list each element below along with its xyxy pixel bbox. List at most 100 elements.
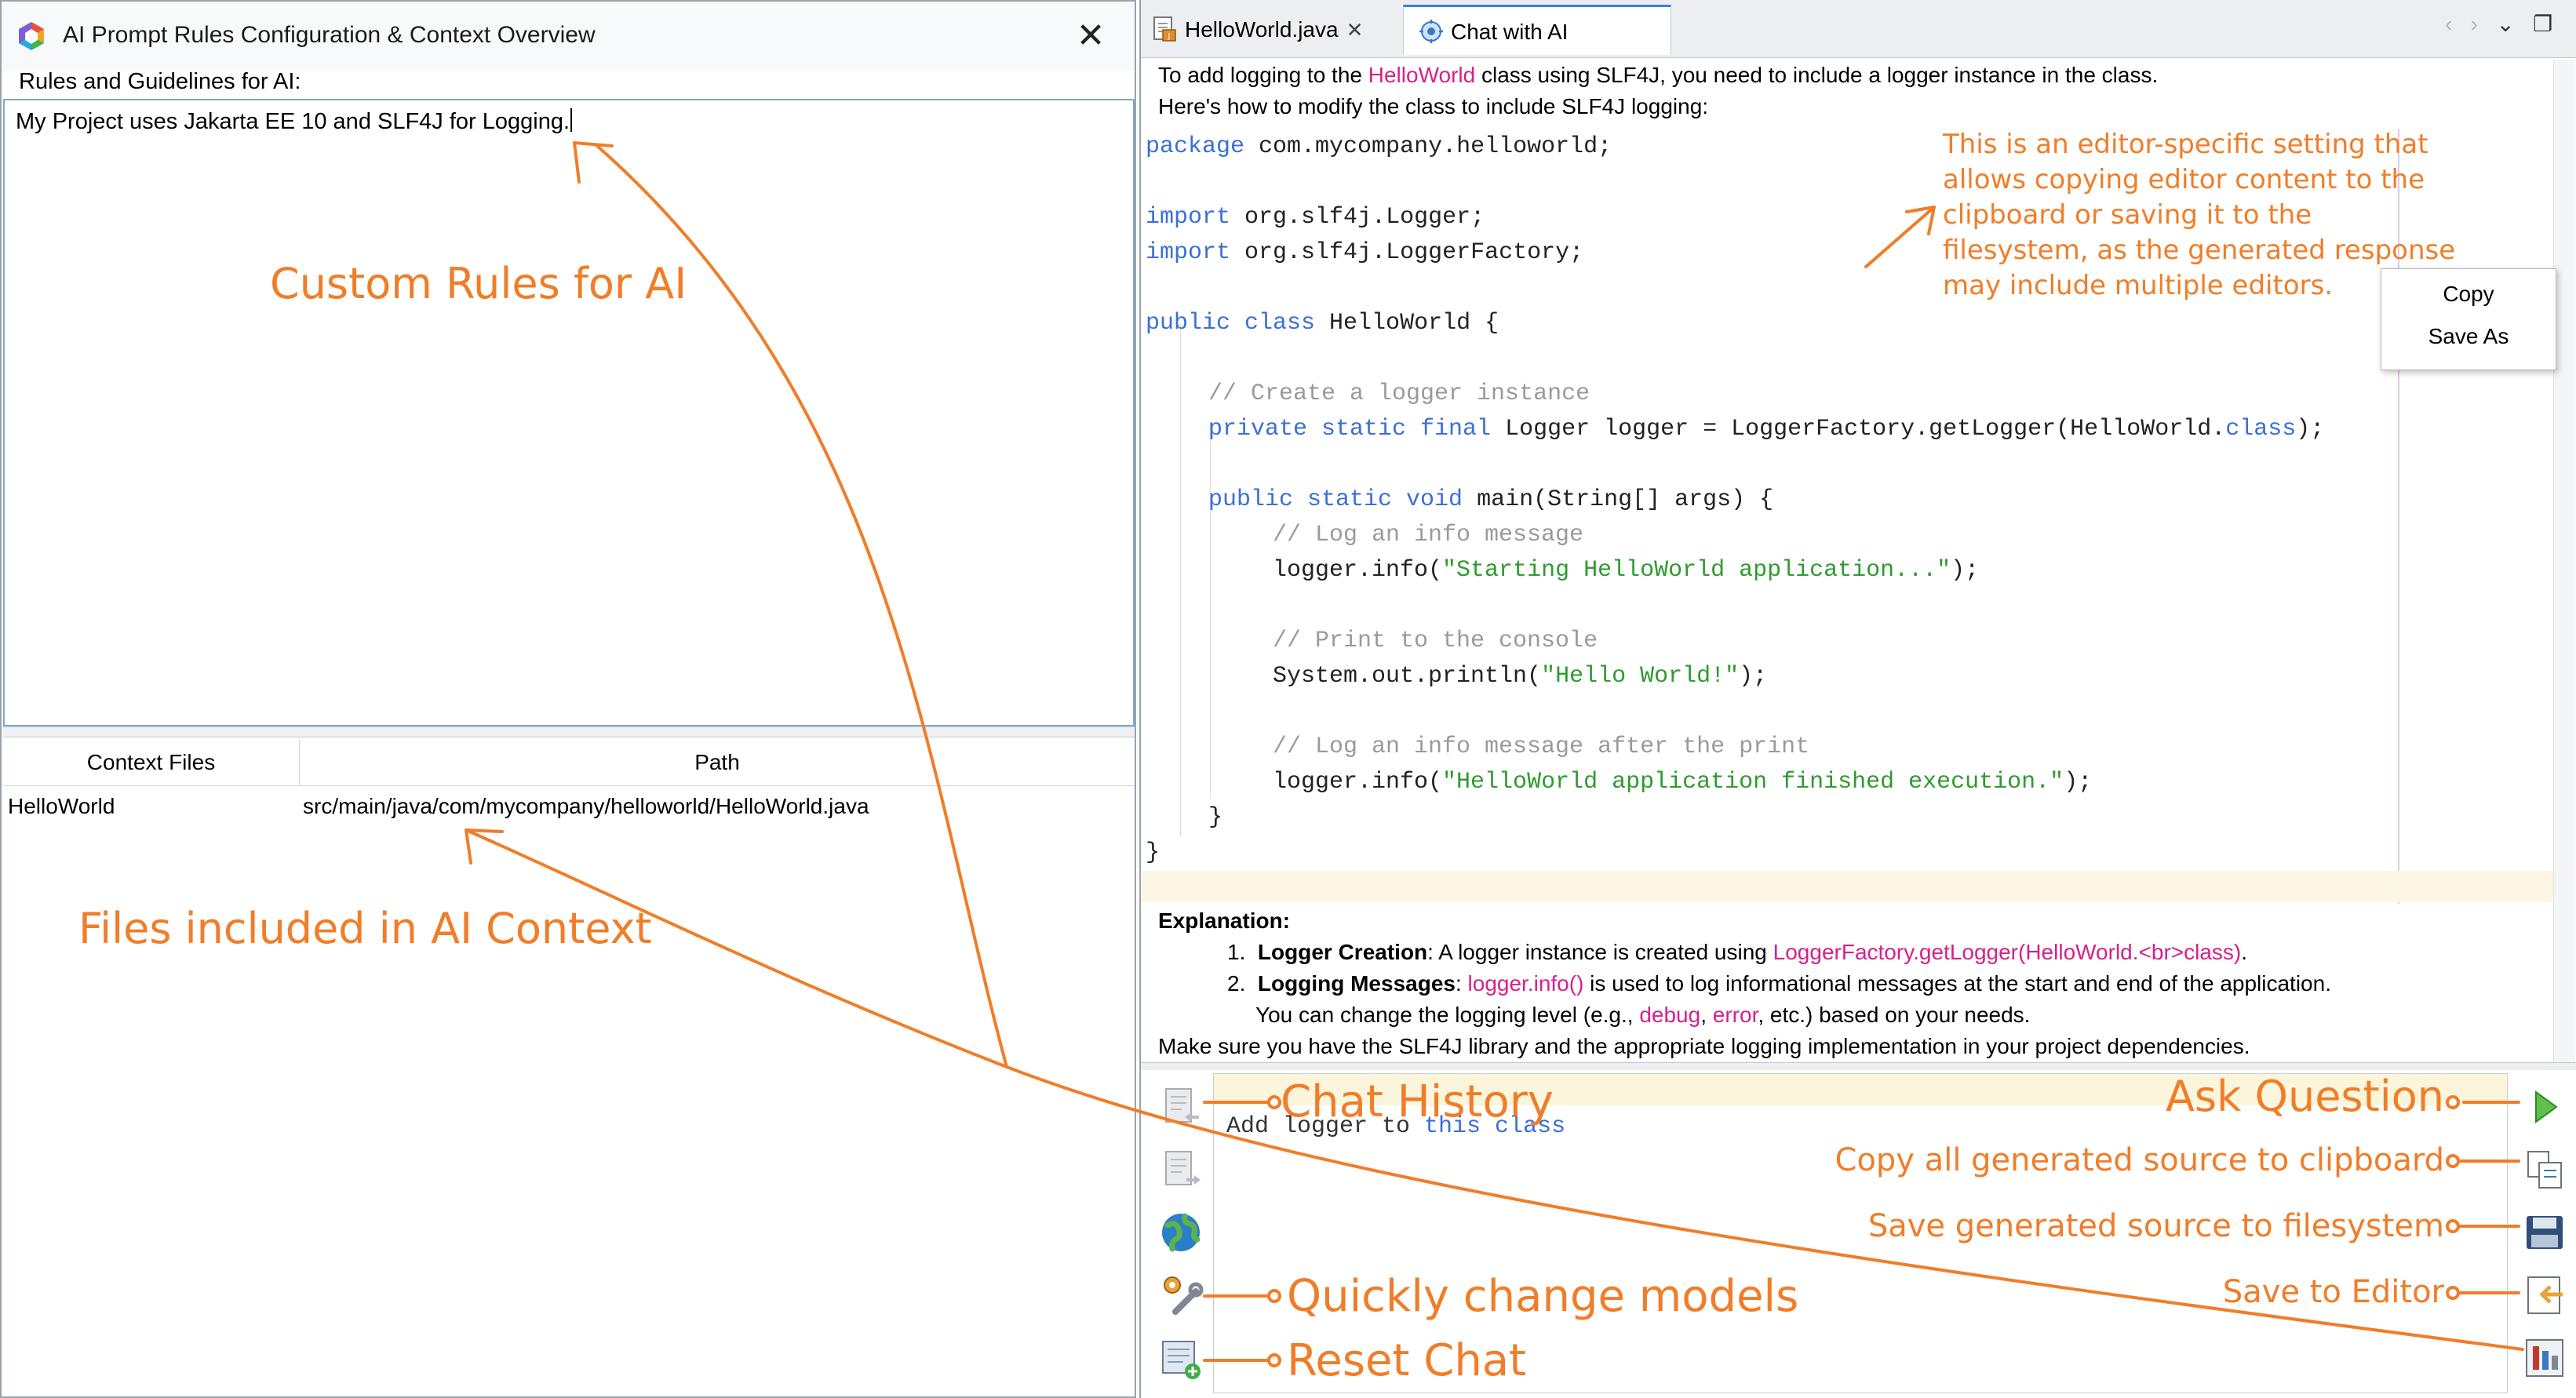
code-line: logger.info("Starting HelloWorld applica… — [1273, 557, 1979, 584]
dialog-title-bar: AI Prompt Rules Configuration & Context … — [2, 2, 1135, 71]
chat-history-button[interactable] — [1157, 1083, 1205, 1131]
annotation-copy-all: Copy all generated source to clipboard — [1835, 1142, 2444, 1178]
intro-class-name: HelloWorld — [1368, 63, 1476, 87]
list-item-continuation: You can change the logging level (e.g., … — [1255, 1003, 2030, 1028]
code-text: ); — [1739, 663, 1768, 690]
annotation-save-filesystem: Save generated source to filesystem — [1867, 1208, 2444, 1244]
chat-history-forward-button[interactable] — [1157, 1145, 1205, 1194]
annotation-quick-models: Quickly change models — [1287, 1271, 1799, 1322]
code-line: import org.slf4j.Logger; — [1146, 204, 1485, 231]
rules-label: Rules and Guidelines for AI: — [19, 69, 301, 94]
rules-dialog: AI Prompt Rules Configuration & Context … — [0, 0, 1136, 1398]
code-keyword: class — [2225, 416, 2297, 442]
code-brace: } — [1146, 839, 1160, 866]
inline-code: debug — [1639, 1003, 1701, 1027]
code-string: "Starting HelloWorld application..." — [1442, 557, 1951, 584]
context-file-name: HelloWorld — [8, 794, 115, 818]
code-line: private static final Logger logger = Log… — [1208, 416, 2324, 442]
tab-chat-with-ai[interactable]: Chat with AI — [1403, 5, 1671, 55]
save-to-editor-icon[interactable] — [2520, 1271, 2569, 1320]
code-brace: } — [1208, 804, 1223, 831]
code-text: HelloWorld { — [1315, 310, 1499, 337]
annotation-line: clipboard or saving it to the — [1943, 199, 2312, 231]
code-comment: // Log an info message — [1273, 522, 1584, 548]
chat-splitter[interactable] — [1141, 1062, 2576, 1070]
ide-panel: J HelloWorld.java ✕ Chat with AI ‹ › ⌄ ❐ … — [1139, 0, 2576, 1398]
chevron-right-icon[interactable]: › — [2471, 12, 2478, 36]
list-item-title: Logger Creation — [1257, 940, 1428, 964]
list-number: 2. — [1227, 971, 1246, 996]
menu-item-save-as[interactable]: Save As — [2381, 324, 2556, 349]
code-comment: // Create a logger instance — [1208, 380, 1590, 407]
code-line: public static void main(String[] args) { — [1208, 486, 1773, 513]
reset-chat-button[interactable] — [1157, 1334, 1205, 1382]
code-keyword: import — [1146, 239, 1231, 266]
list-item-text: . — [2241, 940, 2248, 964]
code-keyword: import — [1146, 204, 1231, 231]
code-text: ); — [1951, 557, 1980, 584]
annotation-line: allows copying editor content to the — [1943, 164, 2425, 195]
code-string: "HelloWorld application finished executi… — [1442, 769, 2064, 795]
inline-code: LoggerFactory.getLogger(HelloWorld.<br>c… — [1773, 940, 2242, 964]
list-item-text: is used to log informational messages at… — [1583, 971, 2331, 996]
intro-text: To add logging to the — [1158, 63, 1368, 87]
context-files-icon[interactable] — [2520, 1334, 2569, 1382]
save-disk-icon[interactable] — [2520, 1208, 2569, 1257]
annotation-ask-question: Ask Question — [2165, 1072, 2444, 1121]
code-line: import org.slf4j.LoggerFactory; — [1146, 239, 1583, 266]
column-header-path[interactable]: Path — [300, 739, 1135, 786]
code-line: package com.mycompany.helloworld; — [1146, 133, 1612, 160]
close-icon[interactable]: ✕ — [1346, 18, 1364, 42]
response-intro-line1: To add logging to the HelloWorld class u… — [1158, 63, 2158, 88]
java-file-icon: J — [1152, 10, 1179, 42]
context-file-path: src/main/java/com/mycompany/helloworld/H… — [303, 794, 869, 818]
svg-text:J: J — [1168, 32, 1171, 41]
code-keyword: private static final — [1208, 416, 1492, 442]
annotation-reset-chat: Reset Chat — [1287, 1335, 1527, 1386]
copy-all-icon[interactable] — [2520, 1145, 2569, 1194]
annotation-save-editor: Save to Editor — [2222, 1274, 2444, 1310]
response-scrollbar[interactable] — [2553, 60, 2575, 1064]
context-files-header: Context Files Path — [3, 739, 1135, 786]
code-text: logger.info( — [1273, 769, 1443, 795]
ask-question-button[interactable] — [2520, 1083, 2569, 1131]
tab-label: Chat with AI — [1451, 20, 1569, 44]
wrench-gear-icon[interactable] — [1157, 1271, 1205, 1320]
rules-textarea[interactable]: My Project uses Jakarta EE 10 and SLF4J … — [3, 99, 1135, 726]
table-row[interactable]: HelloWorld src/main/java/com/mycompany/h… — [3, 786, 1135, 828]
indent-guide — [1210, 422, 1211, 799]
menu-item-copy[interactable]: Copy — [2381, 282, 2556, 307]
code-keyword: public static void — [1208, 486, 1463, 513]
tab-navigation: ‹ › ⌄ ❐ — [2445, 11, 2552, 37]
code-keyword: package — [1146, 133, 1245, 160]
code-line: public class HelloWorld { — [1146, 310, 1499, 337]
annotation-line: filesystem, as the generated response — [1943, 235, 2456, 266]
annotation-chat-history: Chat History — [1281, 1076, 1554, 1127]
code-text: Logger logger = LoggerFactory.getLogger(… — [1491, 416, 2226, 442]
inline-code: logger.info() — [1467, 971, 1584, 996]
close-icon[interactable]: ✕ — [1070, 16, 1111, 56]
list-item-text: : A logger instance is created using — [1427, 940, 1773, 964]
annotation-custom-rules: Custom Rules for AI — [270, 259, 687, 308]
netbeans-logo-icon — [16, 20, 47, 52]
tab-helloworld-java[interactable]: J HelloWorld.java ✕ — [1152, 5, 1401, 55]
list-item: 1. Logger Creation: A logger instance is… — [1227, 940, 2247, 965]
list-item-text: You can change the logging level (e.g., — [1255, 1003, 1640, 1027]
chat-ai-icon — [1418, 13, 1445, 43]
indent-guide — [1180, 323, 1181, 836]
globe-icon[interactable] — [1157, 1208, 1205, 1257]
code-comment: // Log an info message after the print — [1273, 734, 1810, 760]
list-item-text: , — [1700, 1003, 1713, 1027]
column-header-context-files[interactable]: Context Files — [3, 739, 300, 786]
chevron-left-icon[interactable]: ‹ — [2445, 12, 2452, 36]
tab-label: HelloWorld.java — [1185, 17, 1339, 42]
code-line: System.out.println("Hello World!"); — [1273, 663, 1767, 690]
list-item-title: Logging Messages — [1257, 971, 1456, 996]
code-text: ); — [2296, 416, 2325, 442]
chevron-down-icon[interactable]: ⌄ — [2496, 12, 2514, 36]
list-item-text: : — [1455, 971, 1468, 996]
code-comment: // Print to the console — [1273, 628, 1598, 654]
restore-window-icon[interactable]: ❐ — [2533, 12, 2552, 36]
code-text: com.mycompany.helloworld; — [1244, 133, 1612, 160]
splitter[interactable] — [3, 726, 1135, 737]
